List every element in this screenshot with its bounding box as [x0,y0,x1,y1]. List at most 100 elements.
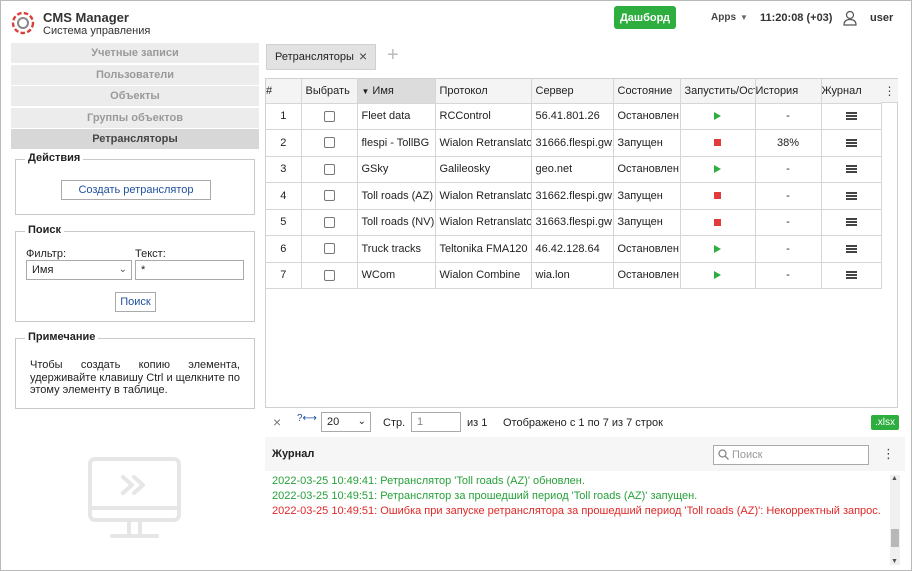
search-text-input[interactable]: * [135,260,244,280]
play-icon[interactable] [714,112,721,121]
page-input[interactable]: 1 [411,412,461,432]
cell-state: Запущен [613,209,681,236]
cell-state: Остановлен [613,103,681,130]
search-button[interactable]: Поиск [115,292,156,312]
cell-start-stop [680,129,756,157]
table-row[interactable]: 3 GSky Galileosky geo.net Остановлен - [266,156,882,183]
app-subtitle: Система управления [43,25,151,37]
select-checkbox[interactable] [323,137,335,149]
add-tab-icon[interactable]: + [387,43,399,67]
cell-server: geo.net [531,156,614,183]
cell-select [301,182,358,210]
cell-protocol: Wialon Retranslator [435,182,532,210]
cell-state: Остановлен [613,156,681,183]
select-checkbox[interactable] [323,216,335,228]
column-header-history: История [755,79,822,104]
log-search-input[interactable]: Поиск [713,445,869,465]
cell-journal [821,156,882,183]
column-header-protocol[interactable]: Протокол [435,79,532,104]
chevron-down-icon: ⌄ [118,264,127,275]
column-header-start-stop: Запустить/Остановить [680,79,756,104]
close-icon[interactable]: × [273,414,281,430]
cell-server: 31666.flespi.gw [531,129,614,157]
cell-select [301,103,358,130]
select-checkbox[interactable] [323,110,335,122]
tab-retranslators[interactable]: Ретрансляторы × [266,44,376,70]
play-icon[interactable] [714,271,721,280]
scroll-down-icon[interactable]: ▼ [891,558,898,565]
cell-state: Запущен [613,129,681,157]
select-checkbox[interactable] [323,190,335,202]
sidebar-item-units[interactable]: Объекты [11,86,259,106]
column-menu-icon[interactable]: ⋮ [881,79,898,103]
table-header-row: # Выбрать ▼ Имя Протокол Сервер Состояние… [266,79,882,104]
cell-server: 46.42.128.64 [531,235,614,263]
clock: 11:20:08 (+03) [760,12,833,24]
table-row[interactable]: 7 WCom Wialon Combine wia.lon Остановлен - [266,262,882,289]
retranslators-table: # Выбрать ▼ Имя Протокол Сервер Состояние… [265,78,898,408]
create-retranslator-button[interactable]: Создать ретранслятор [61,180,211,200]
scroll-up-icon[interactable]: ▲ [891,475,898,482]
play-icon[interactable] [714,244,721,253]
stop-icon[interactable] [714,192,721,200]
table-row[interactable]: 4 Toll roads (AZ) Wialon Retranslator 31662… [266,182,882,210]
table-row[interactable]: 1 Fleet data RCControl 56.41.801.26 Остановл… [266,103,882,130]
fit-columns-icon[interactable]: ?⟷ [297,413,317,424]
select-checkbox[interactable] [323,243,335,255]
sidebar-item-users[interactable]: Пользователи [11,64,259,85]
cell-name: Fleet data [357,103,436,130]
list-icon[interactable] [845,191,857,200]
select-checkbox[interactable] [323,269,335,281]
list-icon[interactable] [845,112,857,121]
search-icon [718,449,729,460]
user-icon[interactable] [843,10,857,26]
log-scrollbar[interactable]: ▲ ▼ [890,475,900,565]
list-icon[interactable] [845,244,857,253]
column-header-server[interactable]: Сервер [531,79,614,104]
log-menu-icon[interactable]: ⋮ [882,446,895,462]
filter-select[interactable]: Имя ⌄ [26,260,132,280]
tab-label: Ретрансляторы [275,51,354,63]
cell-server: 31663.flespi.gw [531,209,614,236]
column-header-name[interactable]: ▼ Имя [357,79,436,104]
column-header-state[interactable]: Состояние [613,79,681,104]
column-header-name-label: Имя [372,84,394,97]
table-row[interactable]: 2 flespi - TollBG Wialon Retranslator 31666… [266,129,882,157]
sidebar-item-retranslators[interactable]: Ретрансляторы [11,129,259,149]
chevron-down-icon: ⌄ [357,416,366,427]
stop-icon[interactable] [714,139,721,147]
table-row[interactable]: 6 Truck tracks Teltonika FMA120 46.42.128.6… [266,235,882,263]
dashboard-button[interactable]: Дашборд [614,6,676,29]
cell-history: - [755,209,822,236]
export-xlsx-button[interactable]: .xlsx [871,415,899,430]
cell-name: Toll roads (AZ) [357,182,436,210]
select-checkbox[interactable] [323,163,335,175]
scroll-thumb[interactable] [891,529,899,547]
play-icon[interactable] [714,165,721,174]
sidebar-item-accounts[interactable]: Учетные записи [11,43,259,63]
cell-journal [821,103,882,130]
list-icon[interactable] [845,165,857,174]
stop-icon[interactable] [714,218,721,226]
close-icon[interactable]: × [359,48,367,64]
cell-journal [821,129,882,157]
filter-label: Фильтр: [26,248,67,260]
cell-select [301,209,358,236]
table-row[interactable]: 5 Toll roads (NV) Wialon Retranslator 31663… [266,209,882,236]
search-panel: Поиск Фильтр: Текст: Имя ⌄ * Поиск [15,224,255,322]
header: CMS Manager Система управления Дашборд A… [1,1,912,41]
list-icon[interactable] [845,138,857,147]
list-icon[interactable] [845,218,857,227]
cell-history: 38% [755,129,822,157]
column-header-journal: Журнал [821,79,882,104]
log-line: 2022-03-25 10:49:51: Ретранслятор за про… [272,490,698,502]
page-size-select[interactable]: 20 ⌄ [321,412,371,432]
apps-menu[interactable]: Apps ▼ [711,12,748,23]
sidebar-item-unit-groups[interactable]: Группы объектов [11,107,259,128]
cell-select [301,262,358,289]
user-name[interactable]: user [870,12,893,24]
cell-num: 4 [266,182,302,210]
cell-history: - [755,235,822,263]
list-icon[interactable] [845,271,857,280]
actions-panel: Действия Создать ретранслятор [15,152,255,215]
